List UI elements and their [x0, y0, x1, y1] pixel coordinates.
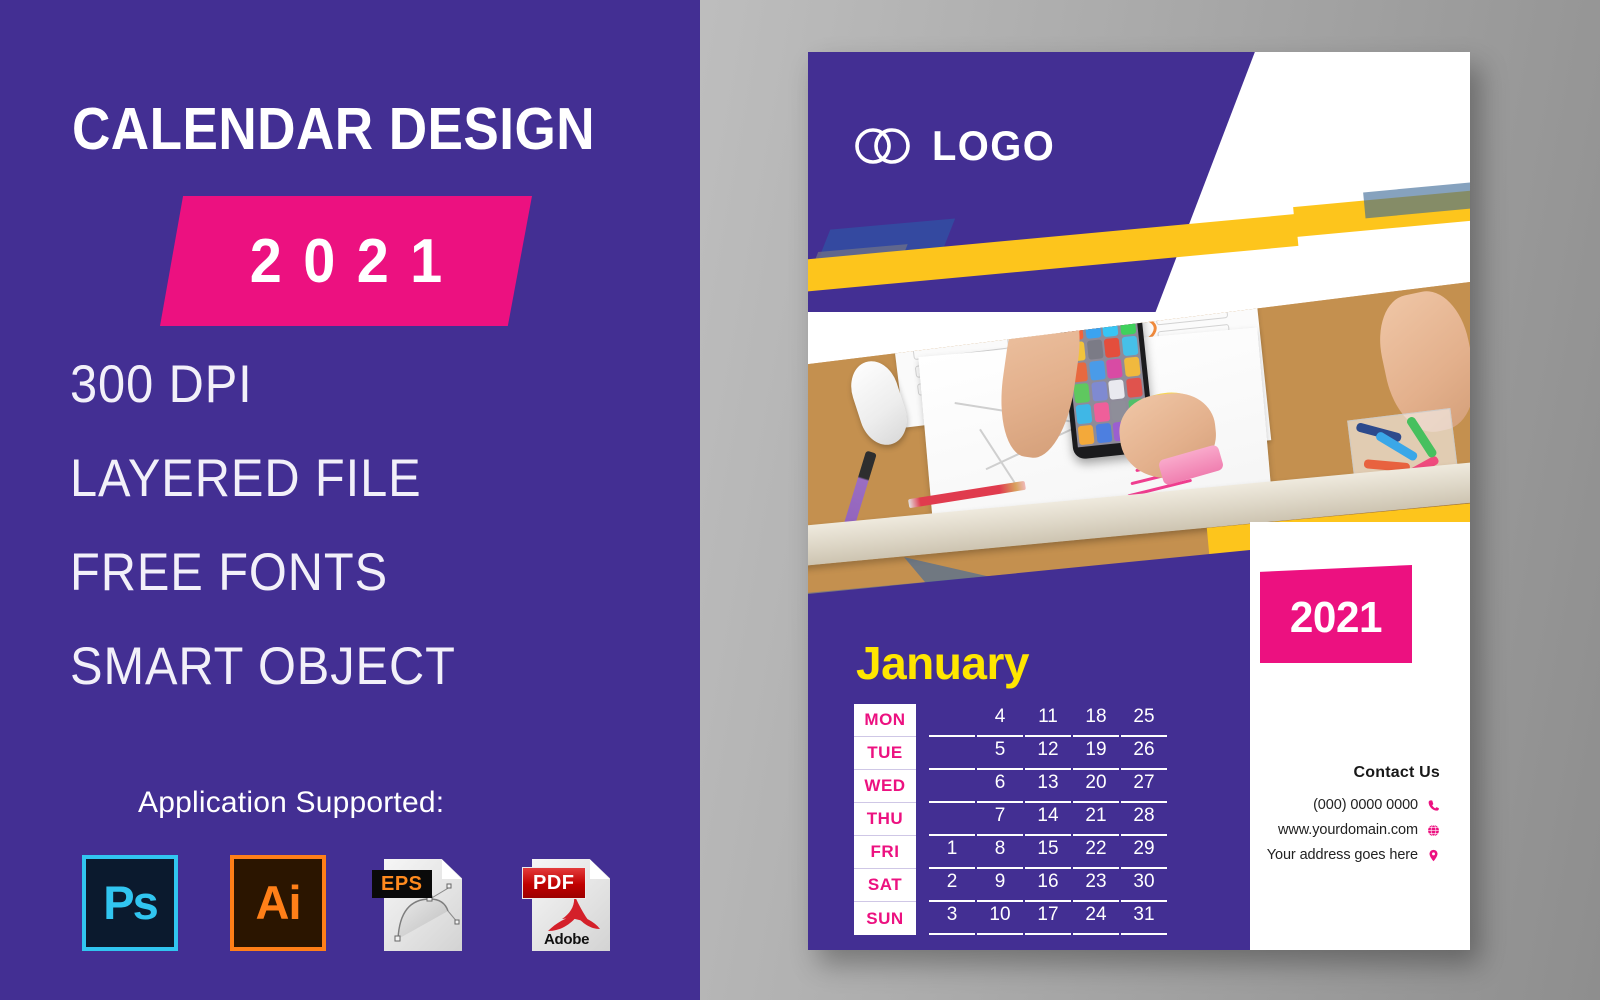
calendar-row: SAT 2 9 16 23 30 [854, 869, 1169, 902]
contact-phone-value: (000) 0000 0000 [1313, 797, 1418, 813]
calendar-date-cell: 23 [1073, 869, 1119, 902]
feature-item: 300 DPI [70, 355, 253, 414]
illustrator-icon-label: Ai [255, 875, 302, 929]
year-badge: 2021 [1260, 565, 1412, 663]
eps-badge-label: EPS [372, 870, 432, 898]
calendar-date-cell: 12 [1025, 737, 1071, 770]
location-pin-icon [1429, 849, 1438, 861]
year-badge-label: 2021 [1289, 593, 1383, 642]
calendar-week-cells: 7 14 21 28 [929, 803, 1169, 836]
calendar-week-cells: 6 13 20 27 [929, 770, 1169, 803]
phone-icon [1428, 799, 1439, 811]
calendar-date-cell: 8 [977, 836, 1023, 869]
year-banner: 2021 [160, 196, 532, 326]
calendar-day-label: FRI [854, 836, 916, 869]
calendar-day-label: TUE [854, 737, 916, 770]
calendar-date-cell: 1 [929, 836, 975, 869]
calendar-date-cell: 27 [1121, 770, 1167, 803]
eps-file-icon: EPS [372, 855, 474, 951]
calendar-week-cells: 5 12 19 26 [929, 737, 1169, 770]
calendar-row: SUN 3 10 17 24 31 [854, 902, 1169, 935]
contact-address-value: Your address goes here [1266, 847, 1418, 863]
photoshop-icon: Ps [82, 855, 178, 951]
calendar-week-cells: 1 8 15 22 29 [929, 836, 1169, 869]
poster-mockup-canvas: CALENDAR DESIGN 2021 300 DPI LAYERED FIL… [0, 0, 1600, 1000]
illustrator-icon: Ai [230, 855, 326, 951]
feature-item: SMART OBJECT [70, 637, 456, 696]
calendar-date-cell: 10 [977, 902, 1023, 935]
calendar-row: WED 6 13 20 27 [854, 770, 1169, 803]
calendar-date-cell: 5 [977, 737, 1023, 770]
calendar-date-cell: 31 [1121, 902, 1167, 935]
year-banner-label: 2021 [249, 226, 464, 296]
logo-text: LOGO [932, 122, 1056, 169]
calendar-date-cell: 26 [1121, 737, 1167, 770]
calendar-date-cell: 20 [1073, 770, 1119, 803]
calendar-date-cell: 25 [1121, 704, 1167, 737]
pdf-badge-label: PDF [522, 867, 586, 899]
rings-logo-icon [854, 127, 916, 165]
contact-title: Contact Us [1353, 764, 1440, 781]
month-title: January [856, 637, 1029, 689]
contact-block: Contact Us (000) 0000 0000 www.yourdomai… [1260, 764, 1440, 872]
calendar-grid: MON 4 11 18 25 TUE 5 12 19 26 WED 6 13 20 27 THU 7 14 21 28… [854, 704, 1169, 935]
pdf-file-icon: PDF Adobe [522, 855, 622, 951]
calendar-row: TUE 5 12 19 26 [854, 737, 1169, 770]
calendar-day-label: MON [854, 704, 916, 737]
calendar-row: THU 7 14 21 28 [854, 803, 1169, 836]
calendar-date-cell: 16 [1025, 869, 1071, 902]
calendar-date-cell: 11 [1025, 704, 1071, 737]
calendar-date-cell: 28 [1121, 803, 1167, 836]
calendar-week-cells: 4 11 18 25 [929, 704, 1169, 737]
calendar-date-cell: 13 [1025, 770, 1071, 803]
contact-row-address: Your address goes here [1260, 847, 1440, 863]
calendar-date-cell: 4 [977, 704, 1023, 737]
calendar-date-cell: 6 [977, 770, 1023, 803]
photoshop-icon-label: Ps [103, 875, 158, 929]
calendar-cell-empty [929, 803, 975, 836]
feature-list: 300 DPI LAYERED FILE FREE FONTS SMART OB… [70, 358, 670, 734]
apps-icon-row: Ps Ai EPS PDF Adobe [82, 855, 622, 951]
calendar-poster: LOGO 2021 January MON 4 11 18 25 TUE 5 1… [808, 52, 1470, 950]
calendar-date-cell: 22 [1073, 836, 1119, 869]
calendar-cell-empty [929, 770, 975, 803]
apps-supported-label: Application Supported: [138, 786, 445, 819]
promo-panel: CALENDAR DESIGN 2021 300 DPI LAYERED FIL… [0, 0, 700, 1000]
adobe-wordmark: Adobe [544, 931, 590, 948]
calendar-day-label: THU [854, 803, 916, 836]
calendar-week-cells: 3 10 17 24 31 [929, 902, 1169, 935]
globe-icon [1428, 824, 1439, 836]
calendar-date-cell: 21 [1073, 803, 1119, 836]
calendar-date-cell: 19 [1073, 737, 1119, 770]
calendar-date-cell: 17 [1025, 902, 1071, 935]
calendar-day-label: SUN [854, 902, 916, 935]
calendar-cell-empty [929, 704, 975, 737]
calendar-row: MON 4 11 18 25 [854, 704, 1169, 737]
calendar-date-cell: 24 [1073, 902, 1119, 935]
calendar-week-cells: 2 9 16 23 30 [929, 869, 1169, 902]
calendar-date-cell: 30 [1121, 869, 1167, 902]
calendar-date-cell: 3 [929, 902, 975, 935]
calendar-date-cell: 9 [977, 869, 1023, 902]
contact-website-value: www.yourdomain.com [1277, 822, 1418, 838]
feature-item: LAYERED FILE [70, 449, 422, 508]
calendar-date-cell: 2 [929, 869, 975, 902]
calendar-cell-empty [929, 737, 975, 770]
contact-row-phone: (000) 0000 0000 [1260, 797, 1440, 813]
page-title: CALENDAR DESIGN [72, 96, 596, 162]
calendar-day-label: WED [854, 770, 916, 803]
calendar-date-cell: 7 [977, 803, 1023, 836]
calendar-date-cell: 15 [1025, 836, 1071, 869]
calendar-date-cell: 14 [1025, 803, 1071, 836]
calendar-date-cell: 18 [1073, 704, 1119, 737]
feature-item: FREE FONTS [70, 543, 389, 602]
contact-row-website: www.yourdomain.com [1260, 822, 1440, 838]
calendar-row: FRI 1 8 15 22 29 [854, 836, 1169, 869]
calendar-day-label: SAT [854, 869, 916, 902]
logo: LOGO [854, 125, 1062, 167]
calendar-date-cell: 29 [1121, 836, 1167, 869]
